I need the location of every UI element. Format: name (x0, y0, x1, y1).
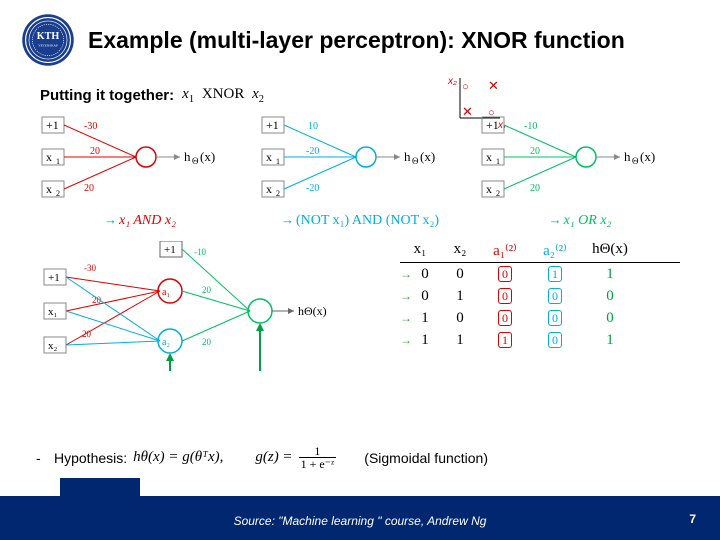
th-a2: a₂⁽²⁾ (530, 241, 580, 260)
svg-text:hΘ(x): hΘ(x) (298, 304, 327, 318)
svg-text:x₂: x₂ (447, 76, 457, 87)
svg-text:✕: ✕ (462, 104, 473, 119)
hypothesis-fraction: 1 1 + e⁻ᶻ (299, 445, 337, 470)
net-and: +1 x1 x2 -30 20 20 hΘ(x) →x₁ AND x₂ (40, 113, 240, 229)
net-notand: +1 x1 x2 10 -20 -20 hΘ(x) →(NOT x₁) AND … (260, 113, 460, 229)
subtitle-label: Putting it together: (40, 87, 174, 104)
svg-text:+1: +1 (46, 118, 59, 132)
svg-text:-20: -20 (306, 183, 319, 194)
svg-text:20: 20 (82, 329, 92, 339)
svg-text:VETENSKAP: VETENSKAP (38, 44, 58, 48)
svg-text:1: 1 (276, 157, 280, 166)
source-citation: Source: "Machine learning " course, Andr… (0, 514, 720, 528)
combined-network-sketch: +1 +1 x₁ x₂ -30 20 20 a₁ (40, 241, 340, 381)
svg-text:2: 2 (276, 189, 280, 198)
svg-text:KTH: KTH (37, 31, 60, 42)
svg-text:x: x (266, 150, 272, 164)
th-x1: x₁ (400, 241, 440, 260)
svg-text:2: 2 (56, 189, 60, 198)
hypothesis-note: (Sigmoidal function) (364, 450, 488, 466)
svg-text:20: 20 (84, 183, 94, 194)
svg-text:x₂: x₂ (48, 340, 58, 352)
svg-text:+1: +1 (164, 244, 176, 256)
truth-table: x₁ x₂ a₁⁽²⁾ a₂⁽²⁾ hΘ(x) →00011→01000→100… (400, 241, 680, 351)
caption-or: x₁ OR x₂ (564, 213, 612, 228)
svg-text:20: 20 (202, 285, 212, 295)
svg-text:a₂: a₂ (162, 337, 170, 348)
footer-step-decoration (60, 478, 140, 496)
truth-row: →00011 (400, 263, 680, 285)
caption-and: x₁ AND x₂ (119, 213, 176, 228)
svg-text:20: 20 (90, 146, 100, 157)
svg-text:20: 20 (530, 146, 540, 157)
svg-text:x: x (266, 182, 272, 196)
subtitle-expression: x1 XNOR x2 (182, 86, 264, 105)
th-x2: x₂ (440, 241, 480, 260)
truth-row: →11101 (400, 329, 680, 351)
slide-title: Example (multi-layer perceptron): XNOR f… (88, 27, 625, 54)
svg-text:20: 20 (530, 183, 540, 194)
svg-text:(x): (x) (200, 149, 215, 164)
svg-text:h: h (404, 149, 411, 164)
svg-text:x₁: x₁ (48, 306, 58, 318)
svg-text:(x): (x) (640, 149, 655, 164)
svg-text:1: 1 (56, 157, 60, 166)
truth-row: →10000 (400, 307, 680, 329)
svg-text:x: x (46, 150, 52, 164)
svg-text:10: 10 (308, 121, 318, 132)
svg-text:-30: -30 (84, 121, 97, 132)
svg-text:1: 1 (496, 157, 500, 166)
arrow-icon: → (549, 212, 562, 227)
hypothesis-row: - Hypothesis: hθ(x) = g(θᵀx), g(z) = 1 1… (36, 445, 488, 470)
svg-text:x: x (486, 150, 492, 164)
caption-notand: (NOT x₁) AND (NOT x₂) (296, 213, 439, 228)
svg-text:+1: +1 (48, 272, 60, 284)
svg-text:✕: ✕ (488, 78, 499, 93)
page-number: 7 (689, 512, 696, 526)
svg-text:20: 20 (202, 337, 212, 347)
kth-logo: KTH VETENSKAP (20, 12, 76, 68)
hypothesis-g: g(z) = (255, 449, 292, 466)
svg-text:Θ: Θ (412, 156, 419, 166)
svg-text:x: x (486, 182, 492, 196)
svg-text:a₁: a₁ (162, 287, 170, 298)
svg-text:○: ○ (462, 81, 469, 93)
svg-text:2: 2 (496, 189, 500, 198)
svg-text:-30: -30 (84, 263, 96, 273)
svg-text:(x): (x) (420, 149, 435, 164)
svg-text:+1: +1 (486, 118, 499, 132)
svg-text:x: x (46, 182, 52, 196)
net-or: +1 x1 x2 -10 20 20 hΘ(x) →x₁ OR x₂ (480, 113, 680, 229)
footer-bar: Source: "Machine learning " course, Andr… (0, 496, 720, 540)
svg-text:h: h (624, 149, 631, 164)
truth-row: →01000 (400, 285, 680, 307)
svg-text:-20: -20 (306, 146, 319, 157)
svg-text:+1: +1 (266, 118, 279, 132)
hypothesis-label: Hypothesis: (54, 450, 127, 466)
svg-text:Θ: Θ (632, 156, 639, 166)
th-h: hΘ(x) (580, 241, 640, 260)
svg-text:h: h (184, 149, 191, 164)
th-a1: a₁⁽²⁾ (480, 241, 530, 260)
svg-text:-10: -10 (194, 247, 206, 257)
svg-text:-10: -10 (524, 121, 537, 132)
arrow-icon: → (281, 212, 294, 227)
arrow-icon: → (104, 212, 117, 227)
svg-text:Θ: Θ (192, 156, 199, 166)
hypothesis-lhs: hθ(x) = g(θᵀx), (133, 449, 223, 466)
